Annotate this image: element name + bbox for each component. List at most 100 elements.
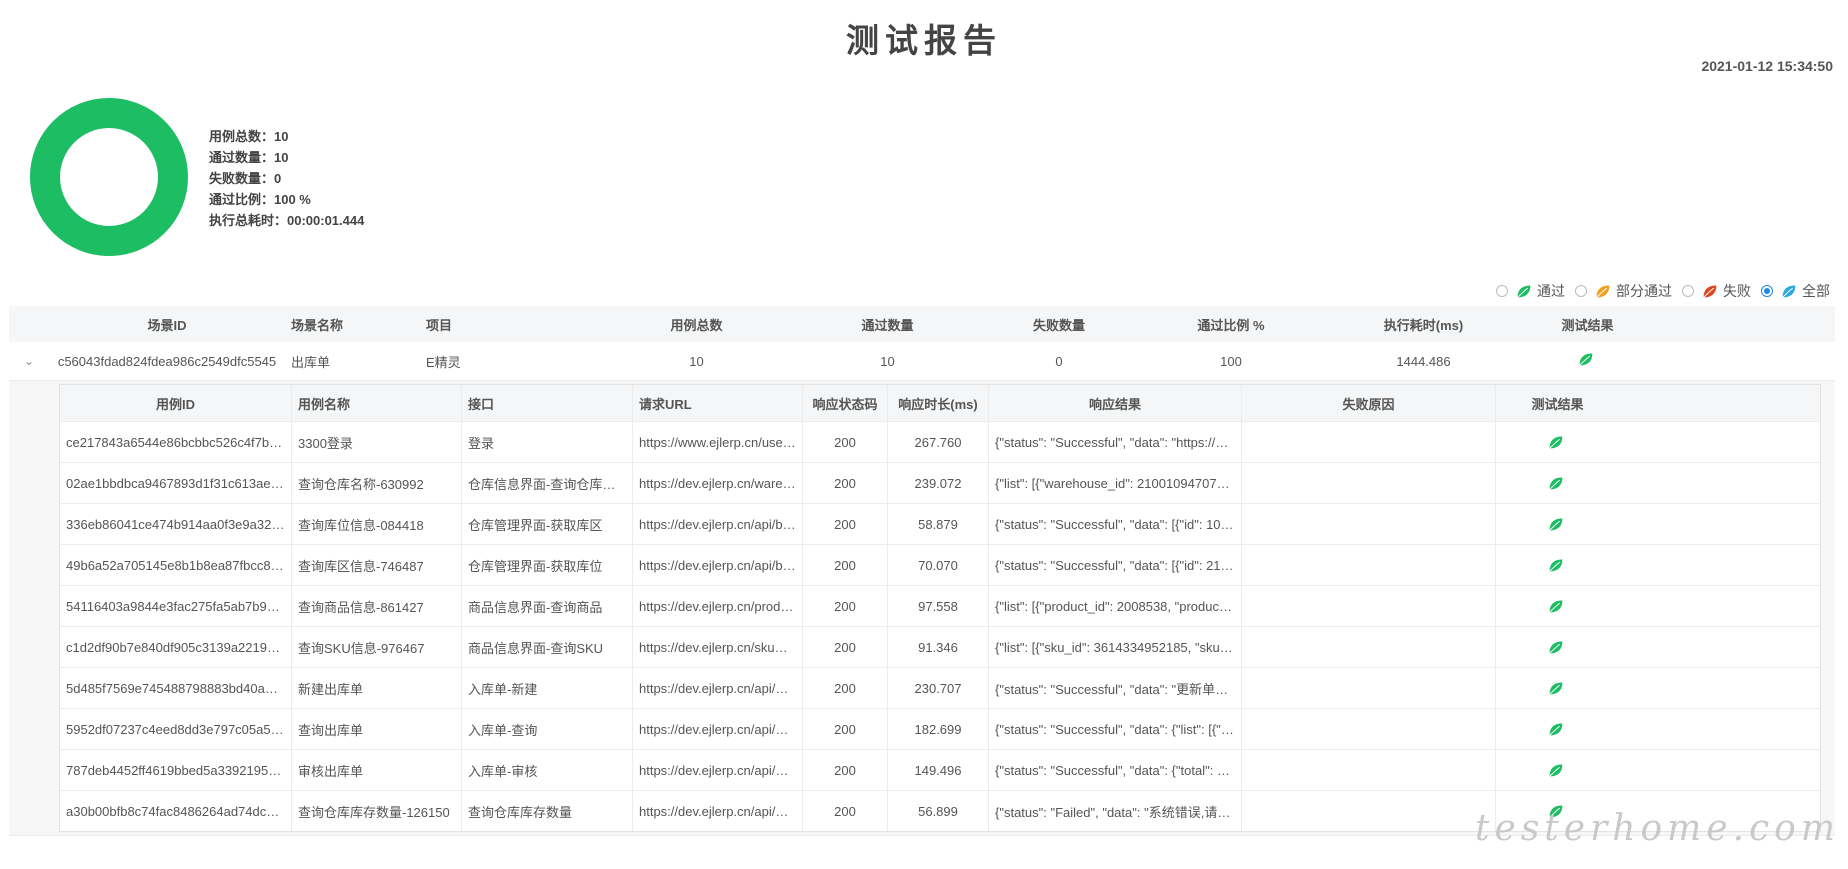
filter-label: 失败	[1723, 283, 1751, 299]
case-api: 入库单-审核	[462, 750, 633, 790]
case-row[interactable]: c1d2df90b7e840df905c3139a22198c5 查询SKU信息-…	[60, 627, 1820, 668]
filter-radio[interactable]	[1496, 285, 1508, 297]
case-id: 787deb4452ff4619bbed5a3392195581	[60, 750, 292, 790]
case-response: {"status": "Successful", "data": {"total…	[989, 750, 1242, 790]
case-response: {"status": "Successful", "data": [{"id":…	[989, 545, 1242, 585]
case-status: 200	[803, 463, 888, 503]
case-name: 查询商品信息-861427	[292, 586, 462, 626]
scenario-column-header[interactable]: 项目	[420, 315, 591, 334]
case-time: 91.346	[888, 627, 989, 667]
case-status: 200	[803, 586, 888, 626]
scenario-column-header[interactable]: 执行耗时(ms)	[1317, 315, 1530, 334]
leaf-green-icon	[1548, 600, 1562, 613]
case-reason	[1242, 627, 1496, 667]
scenario-result	[1530, 351, 1645, 371]
case-row[interactable]: 49b6a52a705145e8b1b8ea87fbcc847d 查询库区信息-7…	[60, 545, 1820, 586]
case-time: 267.760	[888, 422, 989, 462]
case-row[interactable]: 5952df07237c4eed8dd3e797c05a5865 查询出库单 入库单…	[60, 709, 1820, 750]
case-response: {"status": "Successful", "data": "https:…	[989, 422, 1242, 462]
case-api: 入库单-新建	[462, 668, 633, 708]
filter-radio[interactable]	[1575, 285, 1587, 297]
case-url[interactable]: https://dev.ejlerp.cn/product	[633, 586, 803, 626]
filter-radio[interactable]	[1682, 285, 1694, 297]
scenario-column-header[interactable]: 失败数量	[973, 315, 1145, 334]
case-url[interactable]: https://dev.ejlerp.cn/api/base	[633, 504, 803, 544]
case-time: 97.558	[888, 586, 989, 626]
scenario-column-header[interactable]: 测试结果	[1530, 315, 1645, 334]
case-api: 仓库管理界面-获取库位	[462, 545, 633, 585]
case-status: 200	[803, 627, 888, 667]
scenario-duration: 1444.486	[1396, 353, 1451, 369]
case-column-header[interactable]: 用例名称	[292, 385, 462, 421]
case-url[interactable]: https://dev.ejlerp.cn/skuQuery	[633, 627, 803, 667]
scenario-column-header[interactable]: 场景名称	[285, 315, 420, 334]
scenario-table-header: 场景ID 场景名称 项目 用例总数 通过数量 失败数量 通过比例 % 执行耗时(ms) 测试结果	[9, 306, 1835, 342]
filter-option[interactable]: 全部	[1761, 281, 1830, 301]
case-column-header[interactable]: 接口	[462, 385, 633, 421]
filter-option[interactable]: 失败	[1682, 281, 1751, 301]
filter-label: 通过	[1537, 283, 1565, 299]
case-time: 58.879	[888, 504, 989, 544]
watermark: testerhome.com	[1475, 808, 1840, 849]
case-response: {"status": "Successful", "data": "更新单据成功…	[989, 668, 1242, 708]
case-reason	[1242, 504, 1496, 544]
case-id: 02ae1bbdbca9467893d1f31c613ae510	[60, 463, 292, 503]
page-title: 测试报告	[846, 22, 1002, 59]
scenario-row[interactable]: ⌄ c56043fdad824fdea986c2549dfc5545 出库单 E精灵 1…	[9, 342, 1835, 381]
case-column-header[interactable]: 响应时长(ms)	[888, 385, 989, 421]
leaf-blue-icon	[1782, 285, 1796, 298]
case-result	[1496, 463, 1619, 503]
case-id: 5952df07237c4eed8dd3e797c05a5865	[60, 709, 292, 749]
case-column-header[interactable]: 请求URL	[633, 385, 803, 421]
case-status: 200	[803, 668, 888, 708]
case-name: 查询出库单	[292, 709, 462, 749]
case-row[interactable]: 787deb4452ff4619bbed5a3392195581 审核出库单 入库单…	[60, 750, 1820, 791]
summary-failed: 失败数量：0	[209, 171, 282, 186]
case-column-header[interactable]: 失败原因	[1242, 385, 1496, 421]
scenario-expanded-panel: 用例ID 用例名称 接口 请求URL 响应状态码 响应时长(ms) 响应结果 失败原因 测试结果…	[9, 381, 1835, 836]
filter-label: 全部	[1802, 283, 1830, 299]
case-status: 200	[803, 504, 888, 544]
filter-option[interactable]: 部分通过	[1575, 281, 1672, 301]
case-time: 239.072	[888, 463, 989, 503]
case-result	[1496, 545, 1619, 585]
case-reason	[1242, 422, 1496, 462]
scenario-column-header[interactable]: 通过数量	[802, 315, 973, 334]
case-column-header[interactable]: 用例ID	[60, 385, 292, 421]
summary-ratio: 通过比例：100 %	[209, 192, 311, 207]
case-api: 仓库信息界面-查询仓库信息	[462, 463, 633, 503]
case-url[interactable]: https://dev.ejlerp.cn/api/base	[633, 545, 803, 585]
case-url[interactable]: https://dev.ejlerp.cn/api/wms	[633, 750, 803, 790]
result-filter-group: 通过 部分通过 失败 全部	[1486, 281, 1830, 301]
case-id: 336eb86041ce474b914aa0f3e9a32e81	[60, 504, 292, 544]
expand-toggle-icon[interactable]: ⌄	[9, 354, 49, 368]
scenario-column-header[interactable]: 通过比例 %	[1145, 315, 1317, 334]
case-column-header[interactable]: 测试结果	[1496, 385, 1619, 421]
case-reason	[1242, 586, 1496, 626]
leaf-green-icon	[1548, 723, 1562, 736]
case-row[interactable]: 02ae1bbdbca9467893d1f31c613ae510 查询仓库名称-6…	[60, 463, 1820, 504]
case-row[interactable]: 54116403a9844e3fac275fa5ab7b9e55 查询商品信息-8…	[60, 586, 1820, 627]
case-url[interactable]: https://www.ejlerp.cn/user_login	[633, 422, 803, 462]
filter-radio[interactable]	[1761, 285, 1773, 297]
case-row[interactable]: 5d485f7569e745488798883bd40a22c4 新建出库单 入库单…	[60, 668, 1820, 709]
case-column-header[interactable]: 响应状态码	[803, 385, 888, 421]
filter-option[interactable]: 通过	[1496, 281, 1565, 301]
case-url[interactable]: https://dev.ejlerp.cn/api/wms	[633, 668, 803, 708]
case-result	[1496, 668, 1619, 708]
case-url[interactable]: https://dev.ejlerp.cn/api/wms	[633, 709, 803, 749]
case-response: {"list": [{"warehouse_id": 210010947076,…	[989, 463, 1242, 503]
case-result	[1496, 504, 1619, 544]
case-row[interactable]: ce217843a6544e86bcbbc526c4f7b15f 3300登录 登录…	[60, 422, 1820, 463]
case-row[interactable]: 336eb86041ce474b914aa0f3e9a32e81 查询库位信息-0…	[60, 504, 1820, 545]
case-url[interactable]: https://dev.ejlerp.cn/warehouse	[633, 463, 803, 503]
scenario-column-header[interactable]: 场景ID	[49, 315, 285, 334]
summary-passed: 通过数量：10	[209, 150, 289, 165]
scenario-column-header[interactable]: 用例总数	[591, 315, 802, 334]
leaf-green-icon	[1548, 559, 1562, 572]
case-url[interactable]: https://dev.ejlerp.cn/api/wms	[633, 791, 803, 831]
case-reason	[1242, 750, 1496, 790]
case-response: {"list": [{"product_id": 2008538, "produ…	[989, 586, 1242, 626]
case-api: 登录	[462, 422, 633, 462]
case-column-header[interactable]: 响应结果	[989, 385, 1242, 421]
